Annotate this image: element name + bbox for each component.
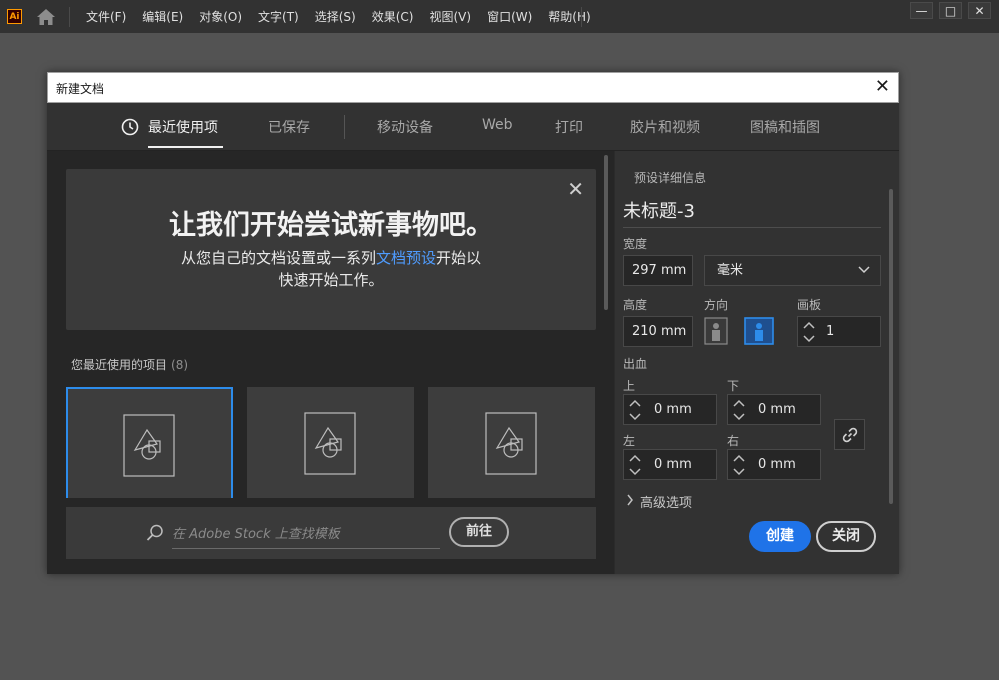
tab-saved[interactable]: 已保存: [268, 117, 310, 137]
menu-edit[interactable]: 编辑(E): [142, 8, 183, 25]
tab-art-illustration[interactable]: 图稿和插图: [750, 117, 820, 137]
main-menu: 文件(F) 编辑(E) 对象(O) 文字(T) 选择(S) 效果(C) 视图(V…: [78, 0, 599, 33]
welcome-banner: ✕ 让我们开始尝试新事物吧。 从您自己的文档设置或一系列文档预设开始以快速开始工…: [66, 169, 596, 330]
minimize-button[interactable]: —: [910, 2, 933, 19]
tab-film-video[interactable]: 胶片和视频: [630, 117, 700, 137]
home-icon[interactable]: [36, 8, 56, 26]
recent-item-card[interactable]: [66, 387, 233, 498]
document-icon: [122, 414, 175, 477]
search-icon: [146, 524, 163, 541]
active-tab-indicator: [148, 146, 223, 148]
menu-object[interactable]: 对象(O): [199, 8, 242, 25]
bleed-top-value: 0 mm: [654, 402, 692, 417]
link-bleed-button[interactable]: [834, 419, 865, 450]
artboards-value: 1: [826, 324, 835, 339]
bleed-top-label: 上: [623, 379, 636, 393]
recent-item-card[interactable]: [247, 387, 414, 498]
tab-divider: [344, 115, 345, 139]
width-label: 宽度: [623, 237, 648, 251]
app-menubar: Ai 文件(F) 编辑(E) 对象(O) 文字(T) 选择(S) 效果(C) 视…: [0, 0, 999, 33]
unit-select-value: 毫米: [717, 263, 744, 278]
menu-effect[interactable]: 效果(C): [372, 8, 414, 25]
menu-view[interactable]: 视图(V): [429, 8, 471, 25]
menu-file[interactable]: 文件(F): [86, 8, 126, 25]
document-presets-link[interactable]: 文档预设: [376, 249, 436, 267]
recent-item-card[interactable]: [428, 387, 595, 498]
left-scrollbar[interactable]: [604, 155, 608, 310]
stepper-icon[interactable]: [732, 398, 746, 422]
advanced-options-toggle[interactable]: 高级选项: [640, 492, 692, 511]
recent-items-title: 您最近使用的项目: [71, 358, 168, 372]
illustrator-logo: Ai: [7, 9, 22, 24]
menu-separator: [69, 7, 70, 27]
menu-window[interactable]: 窗口(W): [487, 8, 532, 25]
dialog-close-icon[interactable]: ✕: [875, 76, 890, 97]
right-scrollbar[interactable]: [889, 189, 893, 504]
orientation-label: 方向: [704, 298, 729, 312]
menu-separator: [581, 7, 582, 27]
width-field[interactable]: 297 mm: [623, 255, 693, 286]
bleed-left-field[interactable]: 0 mm: [623, 449, 717, 480]
bleed-right-field[interactable]: 0 mm: [727, 449, 821, 480]
portrait-orientation-icon[interactable]: [704, 317, 728, 345]
recent-items-count: (8): [171, 358, 189, 372]
recent-pane: ✕ 让我们开始尝试新事物吧。 从您自己的文档设置或一系列文档预设开始以快速开始工…: [47, 151, 614, 574]
maximize-button[interactable]: □: [939, 2, 962, 19]
stock-search-bar: 在 Adobe Stock 上查找模板 前往: [66, 507, 596, 559]
artboards-label: 画板: [797, 298, 822, 312]
menu-type[interactable]: 文字(T): [258, 8, 299, 25]
bleed-bottom-field[interactable]: 0 mm: [727, 394, 821, 425]
banner-text: 从您自己的文档设置或一系列文档预设开始以快速开始工作。: [166, 247, 496, 291]
preset-details-label: 预设详细信息: [634, 171, 707, 185]
menu-select[interactable]: 选择(S): [315, 8, 356, 25]
bleed-left-value: 0 mm: [654, 457, 692, 472]
new-document-dialog: 新建文档 ✕ 最近使用项 已保存 移动设备 Web 打印 胶片和视频 图稿和插图…: [47, 72, 899, 574]
tab-recent[interactable]: 最近使用项: [148, 117, 218, 137]
chevron-down-icon: [858, 266, 870, 274]
document-name-field[interactable]: 未标题-3: [623, 197, 881, 228]
menu-help[interactable]: 帮助(H): [548, 8, 590, 25]
bleed-right-label: 右: [727, 434, 740, 448]
bleed-top-field[interactable]: 0 mm: [623, 394, 717, 425]
stepper-icon[interactable]: [628, 398, 642, 422]
stock-go-button[interactable]: 前往: [449, 517, 509, 547]
banner-heading: 让我们开始尝试新事物吧。: [169, 210, 493, 241]
link-icon: [842, 427, 858, 443]
height-field[interactable]: 210 mm: [623, 316, 693, 347]
bleed-label: 出血: [623, 357, 648, 371]
banner-text-part: 从您自己的文档设置或一系列: [180, 249, 376, 267]
window-close-button[interactable]: ✕: [968, 2, 991, 19]
dialog-titlebar: 新建文档 ✕: [47, 72, 899, 103]
unit-select[interactable]: 毫米: [704, 255, 881, 286]
bleed-bottom-value: 0 mm: [758, 402, 796, 417]
landscape-orientation-icon[interactable]: [744, 317, 774, 345]
banner-text-line2: 快速开始工作。: [278, 271, 384, 289]
bleed-right-value: 0 mm: [758, 457, 796, 472]
stepper-icon[interactable]: [802, 320, 816, 344]
stock-search-input[interactable]: 在 Adobe Stock 上查找模板: [172, 523, 440, 549]
banner-text-part: 开始以: [436, 249, 482, 267]
tab-web[interactable]: Web: [482, 117, 513, 133]
document-icon: [484, 412, 537, 475]
bleed-left-label: 左: [623, 434, 636, 448]
preset-details-pane: 预设详细信息 未标题-3 宽度 297 mm 毫米 高度 210 mm 方向 画…: [615, 151, 899, 574]
height-label: 高度: [623, 298, 648, 312]
stepper-icon[interactable]: [628, 453, 642, 477]
tab-print[interactable]: 打印: [555, 117, 583, 137]
artboards-field[interactable]: 1: [797, 316, 881, 347]
create-button[interactable]: 创建: [749, 521, 811, 552]
dialog-title: 新建文档: [56, 82, 105, 96]
tab-mobile[interactable]: 移动设备: [377, 117, 433, 137]
bleed-bottom-label: 下: [727, 379, 740, 393]
banner-close-icon[interactable]: ✕: [567, 177, 584, 201]
close-button[interactable]: 关闭: [816, 521, 876, 552]
document-icon: [303, 412, 356, 475]
stepper-icon[interactable]: [732, 453, 746, 477]
chevron-right-icon[interactable]: [626, 494, 634, 506]
clock-icon: [121, 118, 139, 136]
recent-items-label: 您最近使用的项目 (8): [71, 356, 188, 373]
